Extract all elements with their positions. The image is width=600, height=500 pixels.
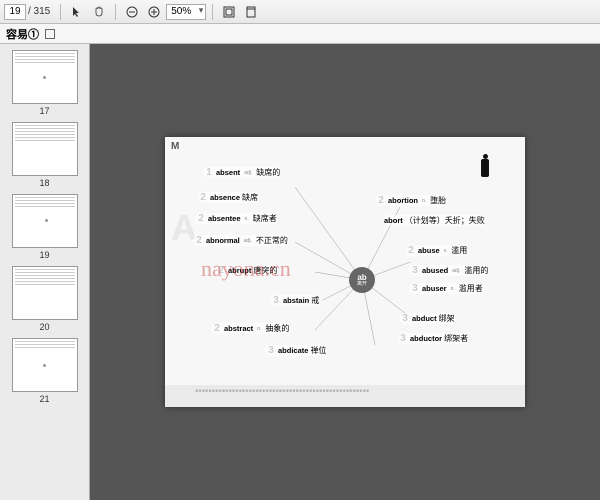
node-abortion: 2abortionn.堕胎 bbox=[375, 195, 447, 206]
node-absence: 2absence缺席 bbox=[197, 192, 259, 203]
thumb-label: 18 bbox=[0, 178, 89, 188]
page-input[interactable] bbox=[4, 4, 26, 20]
node-abused: 3abusedadj.滥用的 bbox=[409, 265, 489, 276]
node-abuser: 3abusern.滥用者 bbox=[409, 283, 484, 294]
person-icon bbox=[481, 159, 489, 177]
node-absentee: 2absenteen.缺席者 bbox=[195, 213, 278, 224]
thumbnail[interactable] bbox=[12, 122, 78, 176]
thumbnail-panel[interactable]: 17 18 19 20 21 bbox=[0, 44, 90, 500]
page-total: / 315 bbox=[28, 6, 50, 17]
fullscreen-icon[interactable] bbox=[219, 3, 239, 21]
tab-title: 容易① bbox=[6, 26, 39, 42]
watermark-text: nayona.cn bbox=[201, 256, 291, 282]
node-abstract: 2abstractn.抽象的 bbox=[211, 323, 290, 334]
box-icon[interactable] bbox=[45, 29, 55, 39]
toolbar: / 315 50% bbox=[0, 0, 600, 24]
thumbnail[interactable] bbox=[12, 338, 78, 392]
thumbnail[interactable] bbox=[12, 266, 78, 320]
node-abductor: 3abductor绑架者 bbox=[397, 333, 469, 344]
fitpage-icon[interactable] bbox=[241, 3, 261, 21]
thumb-label: 20 bbox=[0, 322, 89, 332]
zoom-in-icon[interactable] bbox=[144, 3, 164, 21]
zoom-select[interactable]: 50% bbox=[166, 4, 206, 20]
tab-bar: 容易① bbox=[0, 24, 600, 44]
thumb-label: 19 bbox=[0, 250, 89, 260]
zoom-out-icon[interactable] bbox=[122, 3, 142, 21]
page-viewer[interactable]: M A ab 离开 1absentadj.缺席的 2absence缺席 2abs… bbox=[90, 44, 600, 500]
hand-icon[interactable] bbox=[89, 3, 109, 21]
node-abduct: 3abduct绑架 bbox=[399, 313, 456, 324]
logo: M bbox=[171, 141, 179, 152]
thumb-label: 21 bbox=[0, 394, 89, 404]
thumbnail[interactable] bbox=[12, 50, 78, 104]
node-abdicate: 3abdicate禅位 bbox=[265, 345, 327, 356]
thumbnail[interactable] bbox=[12, 194, 78, 248]
cursor-icon[interactable] bbox=[67, 3, 87, 21]
node-abort: abort（计划等）夭折；失败 bbox=[383, 215, 486, 226]
mindmap-center: ab 离开 bbox=[349, 267, 375, 293]
node-abuse: 2abusev.滥用 bbox=[405, 245, 468, 256]
node-absent: 1absentadj.缺席的 bbox=[203, 167, 281, 178]
node-abstain: 3abstain戒 bbox=[270, 295, 320, 306]
node-abnormal: 2abnormaladj.不正常的 bbox=[193, 235, 289, 246]
thumb-label: 17 bbox=[0, 106, 89, 116]
pdf-page: M A ab 离开 1absentadj.缺席的 2absence缺席 2abs… bbox=[165, 137, 525, 407]
page-footer: ※※※※※※※※※※※※※※※※※※※※※※※※※※※※※※※※※※※※※※※※… bbox=[165, 385, 525, 407]
